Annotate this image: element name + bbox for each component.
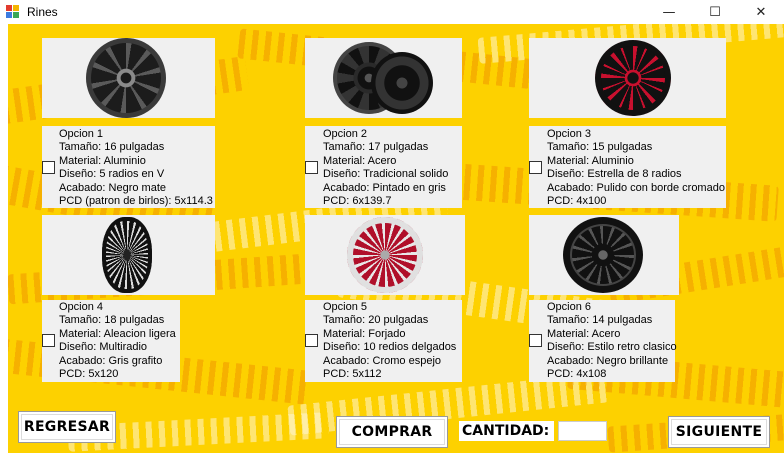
option-4-wheel-image	[102, 217, 152, 293]
option-1-size: Tamaño: 16 pulgadas	[59, 141, 165, 154]
option-1-material: Material: Aluminio	[59, 154, 146, 167]
option-4-material: Material: Aleacion ligera	[59, 327, 176, 340]
option-6-size: Tamaño: 14 pulgadas	[547, 314, 653, 327]
next-button[interactable]: SIGUIENTE	[668, 416, 770, 448]
option-1-title: Opcion 1	[59, 128, 104, 140]
option-2-image	[305, 38, 462, 118]
option-4-pcd: PCD: 5x120	[59, 368, 119, 381]
option-6-image	[529, 215, 679, 295]
option-2-design: Diseño: Tradicional solido	[323, 168, 449, 181]
title-bar: Rines — ☐ ✕	[0, 0, 784, 24]
option-4-checkbox[interactable]	[42, 334, 55, 347]
option-4-title: Opcion 4	[59, 301, 104, 313]
option-3-title: Opcion 3	[547, 128, 592, 140]
option-5-checkbox[interactable]	[305, 334, 318, 347]
back-button[interactable]: REGRESAR	[18, 411, 116, 443]
maximize-icon[interactable]: ☐	[692, 0, 738, 24]
option-6-material: Material: Acero	[547, 327, 621, 340]
option-5-title: Opcion 5	[323, 301, 368, 313]
buy-button[interactable]: COMPRAR	[336, 416, 448, 448]
option-5-text: Opcion 5 Tamaño: 20 pulgadas Material: F…	[323, 301, 456, 381]
form-client-area: Opcion 1 Tamaño: 16 pulgadas Material: A…	[8, 24, 784, 453]
option-2-pcd: PCD: 6x139.7	[323, 195, 392, 208]
option-2-finish: Acabado: Pintado en gris	[323, 181, 446, 194]
option-3-text: Opcion 3 Tamaño: 15 pulgadas Material: A…	[547, 128, 725, 208]
minimize-icon[interactable]: —	[646, 0, 692, 24]
option-1-finish: Acabado: Negro mate	[59, 181, 167, 194]
option-5-material: Material: Forjado	[323, 327, 406, 340]
option-3-checkbox[interactable]	[529, 161, 542, 174]
option-1-text: Opcion 1 Tamaño: 16 pulgadas Material: A…	[59, 128, 213, 208]
app-window: Rines — ☐ ✕ Opcion 1 Tamaño: 16 pulgadas…	[0, 0, 784, 453]
app-icon	[6, 5, 20, 19]
option-4-design: Diseño: Multiradio	[59, 341, 148, 354]
option-6-pcd: PCD: 4x108	[547, 368, 607, 381]
option-1-pcd: PCD (patron de birlos): 5x114.3	[59, 195, 213, 208]
option-3-size: Tamaño: 15 pulgadas	[547, 141, 653, 154]
option-6-design: Diseño: Estilo retro clasico	[547, 341, 677, 354]
option-1-wheel-image	[86, 38, 166, 118]
option-2-size: Tamaño: 17 pulgadas	[323, 141, 429, 154]
option-5-size: Tamaño: 20 pulgadas	[323, 314, 429, 327]
option-4-image	[42, 215, 215, 295]
option-4-text: Opcion 4 Tamaño: 18 pulgadas Material: A…	[59, 301, 176, 381]
quantity-input[interactable]	[558, 421, 607, 441]
option-2-material: Material: Acero	[323, 154, 397, 167]
option-6-title: Opcion 6	[547, 301, 592, 313]
option-6-text: Opcion 6 Tamaño: 14 pulgadas Material: A…	[547, 301, 677, 381]
option-5-finish: Acabado: Cromo espejo	[323, 354, 442, 367]
window-title: Rines	[27, 5, 58, 19]
option-6-wheel-image	[563, 217, 643, 293]
option-2-checkbox[interactable]	[305, 161, 318, 174]
close-icon[interactable]: ✕	[738, 0, 784, 24]
option-3-material: Material: Aluminio	[547, 154, 634, 167]
quantity-label: CANTIDAD:	[459, 421, 554, 441]
option-1-checkbox[interactable]	[42, 161, 55, 174]
option-3-image	[529, 38, 726, 118]
option-6-checkbox[interactable]	[529, 334, 542, 347]
option-2-text: Opcion 2 Tamaño: 17 pulgadas Material: A…	[323, 128, 448, 208]
option-1-design: Diseño: 5 radios en V	[59, 168, 165, 181]
option-3-finish: Acabado: Pulido con borde cromado	[547, 181, 725, 194]
option-3-wheel-image	[595, 40, 671, 116]
option-5-image	[305, 215, 465, 295]
option-3-design: Diseño: Estrella de 8 radios	[547, 168, 682, 181]
option-4-size: Tamaño: 18 pulgadas	[59, 314, 165, 327]
option-3-pcd: PCD: 4x100	[547, 195, 607, 208]
option-2-title: Opcion 2	[323, 128, 368, 140]
option-4-finish: Acabado: Gris grafito	[59, 354, 163, 367]
option-1-image	[42, 38, 215, 118]
option-5-design: Diseño: 10 redios delgados	[323, 341, 457, 354]
option-5-pcd: PCD: 5x112	[323, 368, 382, 381]
option-5-wheel-image	[347, 217, 423, 293]
option-6-finish: Acabado: Negro brillante	[547, 354, 669, 367]
